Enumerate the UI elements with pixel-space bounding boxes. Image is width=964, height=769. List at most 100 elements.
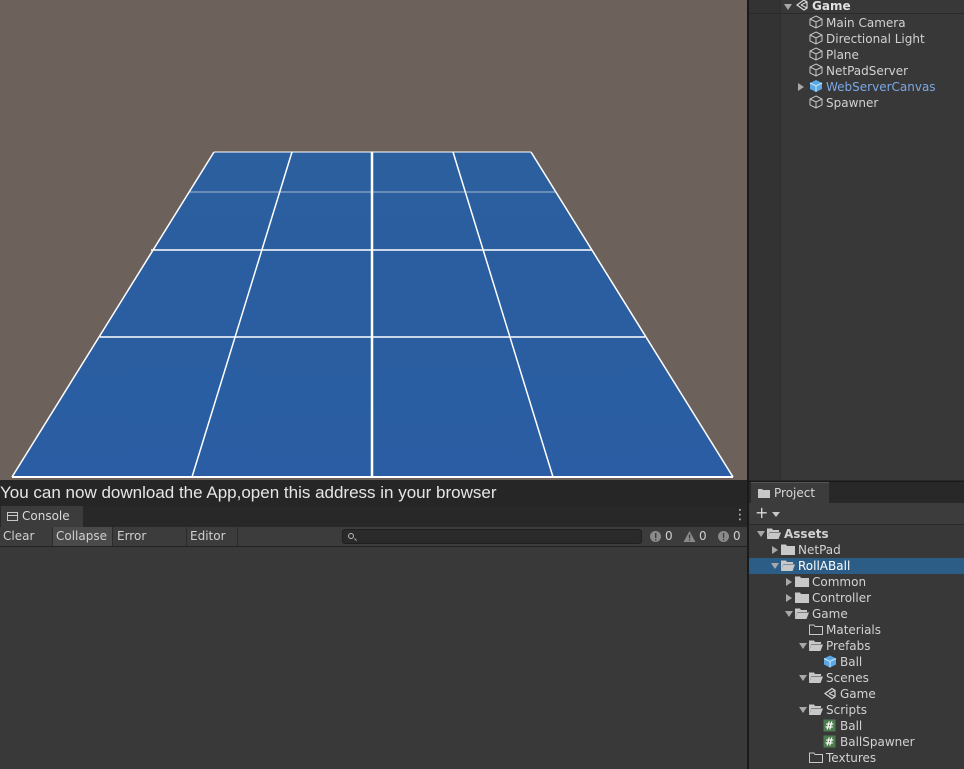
unity-scene-icon — [795, 0, 808, 11]
add-asset-button[interactable]: + — [755, 505, 781, 522]
info-icon — [650, 531, 661, 542]
project-item-ball[interactable]: # Ball — [749, 718, 964, 734]
unity-scene-icon — [823, 687, 836, 700]
project-toolbar: + — [749, 503, 964, 525]
project-item-game[interactable]: Game — [749, 686, 964, 702]
search-icon — [348, 533, 354, 539]
project-item-label: BallSpawner — [840, 735, 915, 749]
folder-empty-icon — [809, 624, 823, 635]
project-item-rollaball[interactable]: RollABall — [749, 558, 964, 574]
hierarchy-item-directional-light[interactable]: Directional Light — [809, 31, 925, 47]
project-item-label: Scenes — [826, 671, 869, 685]
expand-arrow-icon[interactable] — [798, 83, 804, 91]
folder-icon — [781, 544, 795, 555]
folder-open-icon — [809, 704, 823, 715]
project-item-materials[interactable]: Materials — [749, 622, 964, 638]
expand-arrow-icon[interactable] — [799, 707, 807, 713]
hierarchy-item-spawner[interactable]: Spawner — [809, 95, 878, 111]
game-view[interactable] — [0, 0, 748, 482]
prefab-cube-icon — [823, 655, 837, 668]
project-item-label: Materials — [826, 623, 882, 637]
expand-arrow-icon[interactable] — [799, 643, 807, 649]
project-item-label: Ball — [840, 655, 863, 669]
folder-icon — [795, 576, 809, 587]
project-item-label: Ball — [840, 719, 863, 733]
svg-text:#: # — [825, 720, 834, 733]
chevron-down-icon — [772, 512, 780, 517]
console-panel: Console ⋮ Clear Collapse Error Pause Edi… — [0, 506, 747, 769]
project-item-ball[interactable]: Ball — [749, 654, 964, 670]
hierarchy-item-plane[interactable]: Plane — [809, 47, 859, 63]
tab-console[interactable]: Console — [1, 506, 83, 527]
info-count-toggle[interactable]: 0 — [645, 527, 677, 546]
console-icon — [7, 512, 18, 521]
status-bar: You can now download the App,open this a… — [0, 480, 748, 506]
folder-open-icon — [809, 672, 823, 683]
clear-button[interactable]: Clear — [0, 527, 53, 557]
search-input[interactable] — [359, 530, 639, 543]
folder-open-icon — [795, 608, 809, 619]
status-message: You can now download the App,open this a… — [0, 483, 497, 502]
console-toolbar: Clear Collapse Error Pause Editor 0 0 0 — [0, 527, 747, 562]
project-item-scripts[interactable]: Scripts — [749, 702, 964, 718]
folder-open-icon — [767, 528, 781, 539]
expand-arrow-icon[interactable] — [772, 546, 778, 554]
project-item-netpad[interactable]: NetPad — [749, 542, 964, 558]
folder-icon — [758, 489, 770, 498]
project-item-textures[interactable]: Textures — [749, 750, 964, 766]
project-item-label: Assets — [784, 527, 829, 541]
project-item-label: Game — [840, 687, 876, 701]
project-item-label: RollABall — [798, 559, 851, 573]
expand-arrow-icon[interactable] — [784, 4, 792, 10]
project-item-game[interactable]: Game — [749, 606, 964, 622]
folder-open-icon — [809, 640, 823, 651]
svg-text:#: # — [825, 736, 834, 749]
prefab-cube-icon — [809, 80, 823, 92]
hierarchy-item-main-camera[interactable]: Main Camera — [809, 15, 906, 31]
console-tabbar: Console ⋮ — [0, 506, 747, 527]
collapse-toggle[interactable]: Collapse — [53, 527, 113, 546]
project-item-assets[interactable]: Assets — [749, 526, 964, 542]
csharp-script-icon: # — [823, 719, 836, 733]
csharp-script-icon: # — [823, 735, 836, 749]
folder-open-icon — [781, 560, 795, 571]
project-tabbar: Project — [749, 482, 964, 503]
expand-arrow-icon[interactable] — [757, 531, 765, 537]
expand-arrow-icon[interactable] — [771, 563, 779, 569]
project-item-scenes[interactable]: Scenes — [749, 670, 964, 686]
cube-outline-icon — [809, 15, 823, 29]
project-item-label: Game — [812, 607, 848, 621]
project-item-common[interactable]: Common — [749, 574, 964, 590]
expand-arrow-icon[interactable] — [785, 611, 793, 617]
project-item-label: Scripts — [826, 703, 868, 717]
project-item-label: Prefabs — [826, 639, 871, 653]
project-item-controller[interactable]: Controller — [749, 590, 964, 606]
console-search[interactable] — [342, 529, 642, 544]
expand-arrow-icon[interactable] — [786, 594, 792, 602]
project-item-label: Controller — [812, 591, 872, 605]
error-pause-toggle[interactable]: Error Pause — [114, 527, 187, 562]
project-panel: Project + Assets NetPad RollABall Common Con… — [749, 481, 964, 769]
project-item-label: Common — [812, 575, 867, 589]
hierarchy-scene-game[interactable]: Game — [795, 0, 851, 14]
project-item-ballspawner[interactable]: # BallSpawner — [749, 734, 964, 750]
warning-count-toggle[interactable]: 0 — [679, 527, 711, 546]
tab-project[interactable]: Project — [751, 482, 829, 503]
hierarchy-item-netpadserver[interactable]: NetPadServer — [809, 63, 908, 79]
hierarchy-item-webservercanvas[interactable]: WebServerCanvas — [809, 79, 936, 95]
kebab-menu-icon[interactable]: ⋮ — [733, 508, 747, 523]
project-item-label: Textures — [826, 751, 877, 765]
editor-dropdown[interactable]: Editor — [187, 527, 238, 557]
project-item-prefabs[interactable]: Prefabs — [749, 638, 964, 654]
expand-arrow-icon[interactable] — [786, 578, 792, 586]
expand-arrow-icon[interactable] — [799, 675, 807, 681]
warning-icon — [683, 531, 696, 542]
plane-render — [11, 151, 734, 478]
console-log-area[interactable] — [0, 547, 747, 769]
cube-outline-icon — [809, 63, 823, 77]
error-count-toggle[interactable]: 0 — [713, 527, 745, 546]
hierarchy-gutter — [749, 0, 781, 480]
cube-outline-icon — [809, 95, 823, 109]
project-item-label: NetPad — [798, 543, 841, 557]
folder-empty-icon — [809, 752, 823, 763]
